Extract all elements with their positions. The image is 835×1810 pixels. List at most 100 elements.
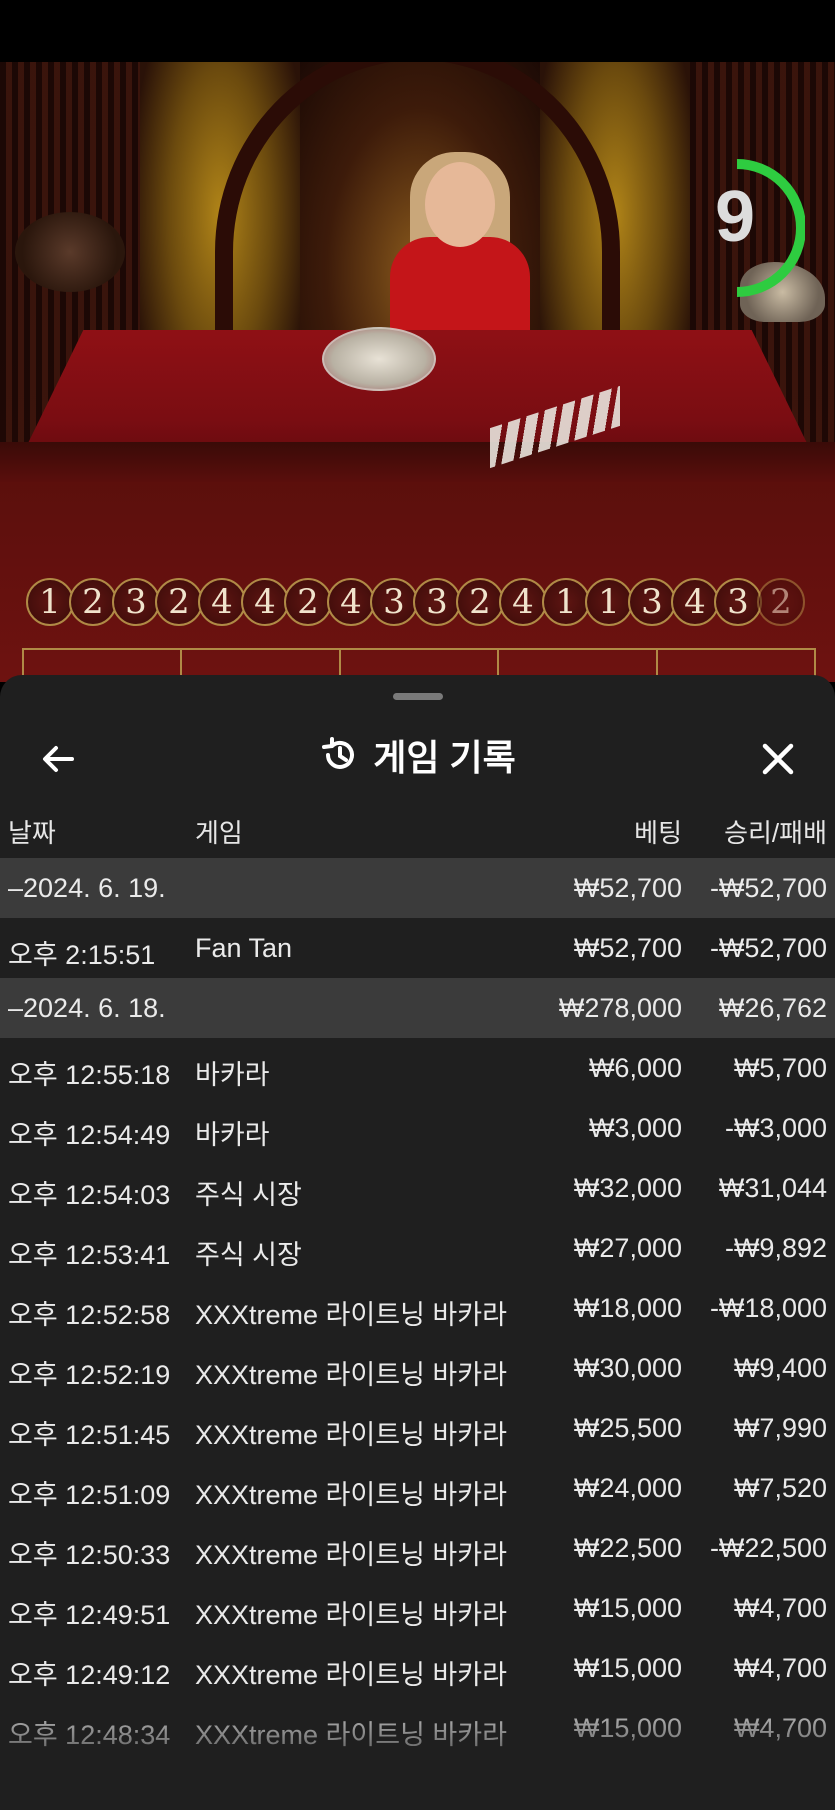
table-row[interactable]: 오후 12:49:51 XXXtreme 라이트닝 바카라 ₩15,000 ₩4,70… [0,1578,835,1638]
row-win-loss: -₩9,892 [724,1233,827,1263]
row-game: 주식 시장 [195,1240,302,1270]
result-ball: 2 [456,578,504,626]
row-game: XXXtreme 라이트닝 바카라 [195,1540,507,1570]
sheet-header: 게임 기록 [0,715,835,795]
column-bet: 베팅 [634,818,682,848]
column-date: 날짜 [8,818,56,848]
result-ball: 1 [26,578,74,626]
result-ball: 2 [155,578,203,626]
row-bet: ₩22,500 [573,1533,682,1563]
row-win-loss: ₩31,044 [718,1173,827,1203]
table-row[interactable]: 오후 12:52:19 XXXtreme 라이트닝 바카라 ₩30,000 ₩9,40… [0,1338,835,1398]
row-win-loss: ₩4,700 [733,1593,827,1623]
result-ball: 3 [628,578,676,626]
row-win-loss: ₩26,762 [718,993,827,1023]
result-ball: 3 [370,578,418,626]
result-ball: 4 [327,578,375,626]
row-bet: ₩52,700 [573,933,682,963]
history-table-header: 날짜 게임 베팅 승리/패배 [0,805,835,855]
row-game: XXXtreme 라이트닝 바카라 [195,1420,507,1450]
result-ball: 1 [542,578,590,626]
row-time: 오후 12:49:51 [8,1600,171,1630]
table-row[interactable]: 오후 2:15:51 Fan Tan ₩52,700 -₩52,700 [0,918,835,978]
row-bet: ₩30,000 [573,1353,682,1383]
row-bet: ₩52,700 [573,873,682,903]
row-time: –2024. 6. 19. [8,873,166,903]
date-group-row[interactable]: –2024. 6. 19. ₩52,700 -₩52,700 [0,858,835,918]
close-button[interactable] [748,731,808,787]
dealer-face [425,162,495,247]
row-time: 오후 2:15:51 [8,940,156,970]
row-time: 오후 12:52:58 [8,1300,171,1330]
result-ball: 2 [757,578,805,626]
row-time: 오후 12:55:18 [8,1060,171,1090]
countdown-timer: 9 [695,158,806,298]
row-win-loss: ₩5,700 [733,1053,827,1083]
table-row[interactable]: 오후 12:52:58 XXXtreme 라이트닝 바카라 ₩18,000 -₩18,… [0,1278,835,1338]
result-ball: 4 [499,578,547,626]
table-edge [0,442,835,482]
row-bet: ₩25,500 [573,1413,682,1443]
result-ball: 4 [671,578,719,626]
row-bet: ₩27,000 [573,1233,682,1263]
row-game: 바카라 [195,1060,270,1090]
row-bet: ₩6,000 [588,1053,682,1083]
row-time: 오후 12:51:45 [8,1420,171,1450]
history-table-body: –2024. 6. 19. ₩52,700 -₩52,700 오후 2:15:51 Fa… [0,858,835,1758]
row-bet: ₩15,000 [573,1593,682,1623]
result-ball: 4 [198,578,246,626]
row-time: 오후 12:53:41 [8,1240,171,1270]
row-bet: ₩24,000 [573,1473,682,1503]
history-icon [322,737,355,769]
status-bar [0,0,835,62]
row-bet: ₩15,000 [573,1653,682,1683]
table-row[interactable]: 오후 12:51:09 XXXtreme 라이트닝 바카라 ₩24,000 ₩7,52… [0,1458,835,1518]
table-row[interactable]: 오후 12:50:33 XXXtreme 라이트닝 바카라 ₩22,500 -₩22,… [0,1518,835,1578]
row-time: –2024. 6. 18. [8,993,166,1023]
row-time: 오후 12:50:33 [8,1540,171,1570]
row-game: XXXtreme 라이트닝 바카라 [195,1360,507,1390]
close-icon [762,743,794,775]
result-ball: 2 [69,578,117,626]
table-row[interactable]: 오후 12:51:45 XXXtreme 라이트닝 바카라 ₩25,500 ₩7,99… [0,1398,835,1458]
result-ball: 1 [585,578,633,626]
bead-bowl [322,327,436,391]
row-bet: ₩278,000 [558,993,682,1023]
row-game: 주식 시장 [195,1180,302,1210]
row-win-loss: ₩9,400 [733,1353,827,1383]
result-ball: 3 [413,578,461,626]
countdown-value: 9 [714,177,756,257]
row-time: 오후 12:54:49 [8,1120,171,1150]
drag-handle[interactable] [393,693,443,700]
row-win-loss: -₩52,700 [709,933,827,963]
table-row[interactable]: 오후 12:55:18 바카라 ₩6,000 ₩5,700 [0,1038,835,1098]
result-ball: 3 [112,578,160,626]
row-time: 오후 12:54:03 [8,1180,171,1210]
row-bet: ₩32,000 [573,1173,682,1203]
row-time: 오후 12:51:09 [8,1480,171,1510]
table-row[interactable]: 오후 12:53:41 주식 시장 ₩27,000 -₩9,892 [0,1218,835,1278]
result-history-strip: 123244243324113432 [26,578,826,628]
row-win-loss: -₩52,700 [709,873,827,903]
column-win-loss: 승리/패배 [724,818,827,848]
row-game: XXXtreme 라이트닝 바카라 [195,1300,507,1330]
row-bet: ₩18,000 [573,1293,682,1323]
table-row[interactable]: 오후 12:54:03 주식 시장 ₩32,000 ₩31,044 [0,1158,835,1218]
column-game: 게임 [195,818,243,848]
row-win-loss: -₩3,000 [724,1113,827,1143]
row-game: XXXtreme 라이트닝 바카라 [195,1600,507,1630]
game-history-sheet: 게임 기록 날짜 게임 베팅 승리/패배 –2024. 6. 19. ₩52,70… [0,675,835,1810]
row-game: XXXtreme 라이트닝 바카라 [195,1480,507,1510]
result-ball: 2 [284,578,332,626]
row-win-loss: -₩18,000 [709,1293,827,1323]
scroll-fade [0,1685,835,1810]
row-game: 바카라 [195,1120,270,1150]
row-win-loss: -₩22,500 [709,1533,827,1563]
row-win-loss: ₩7,520 [733,1473,827,1503]
row-game: Fan Tan [195,933,293,963]
date-group-row[interactable]: –2024. 6. 18. ₩278,000 ₩26,762 [0,978,835,1038]
table-row[interactable]: 오후 12:54:49 바카라 ₩3,000 -₩3,000 [0,1098,835,1158]
result-ball: 3 [714,578,762,626]
row-win-loss: ₩4,700 [733,1653,827,1683]
result-ball: 4 [241,578,289,626]
